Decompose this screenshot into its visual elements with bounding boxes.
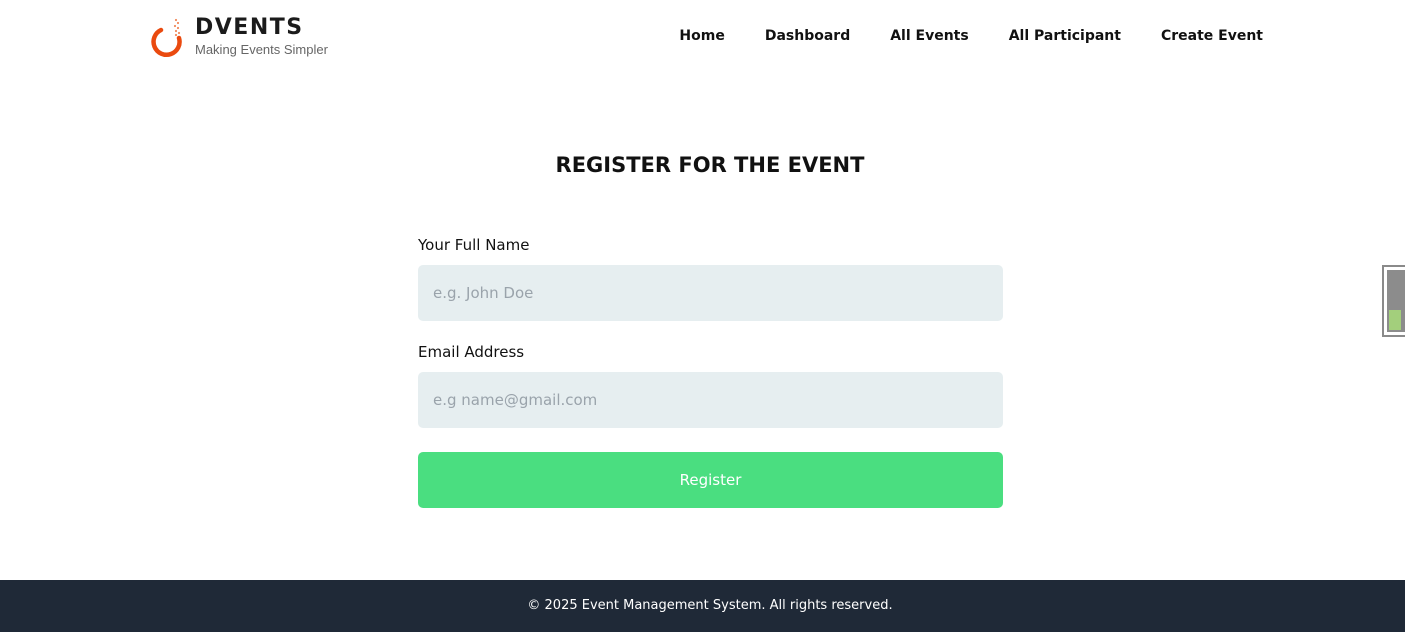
nav-home[interactable]: Home bbox=[679, 27, 724, 45]
full-name-label: Your Full Name bbox=[418, 236, 530, 254]
footer-copyright: © 2025 Event Management System. All righ… bbox=[527, 598, 893, 613]
brand-tagline: Making Events Simpler bbox=[195, 42, 328, 57]
site-footer: © 2025 Event Management System. All righ… bbox=[0, 580, 1405, 632]
side-feedback-tab[interactable] bbox=[1382, 265, 1405, 337]
email-label: Email Address bbox=[418, 343, 525, 361]
full-name-input[interactable] bbox=[418, 265, 1003, 321]
site-header: DVENTS Making Events Simpler Home Dashbo… bbox=[0, 0, 1405, 74]
side-tab-accent bbox=[1389, 310, 1401, 330]
registration-form: Your Full Name Email Address Register bbox=[418, 234, 1003, 508]
register-button[interactable]: Register bbox=[418, 452, 1003, 508]
main-nav: Home Dashboard All Events All Participan… bbox=[679, 27, 1263, 45]
brand-logo[interactable]: DVENTS Making Events Simpler bbox=[148, 14, 348, 60]
nav-dashboard[interactable]: Dashboard bbox=[765, 27, 850, 45]
nav-create-event[interactable]: Create Event bbox=[1161, 27, 1263, 45]
dvents-logo-icon bbox=[151, 18, 182, 57]
nav-all-events[interactable]: All Events bbox=[890, 27, 968, 45]
nav-all-participant[interactable]: All Participant bbox=[1009, 27, 1121, 45]
side-tab-panel bbox=[1387, 270, 1405, 332]
field-spacer bbox=[418, 321, 1003, 341]
email-input[interactable] bbox=[418, 372, 1003, 428]
page-title: REGISTER FOR THE EVENT bbox=[555, 153, 865, 177]
brand-name: DVENTS bbox=[195, 15, 304, 40]
